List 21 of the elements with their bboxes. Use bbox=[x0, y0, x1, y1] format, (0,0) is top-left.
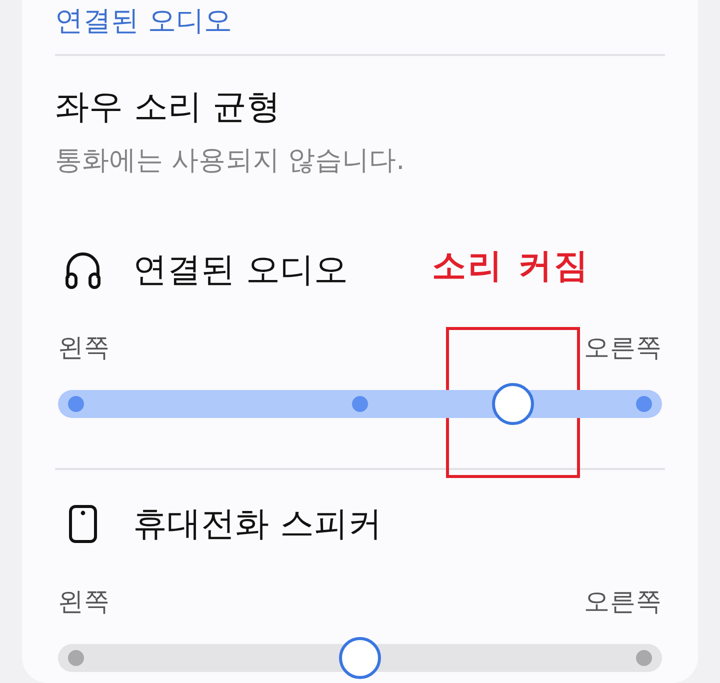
slider-thumb[interactable] bbox=[492, 383, 534, 425]
step-dot-icon bbox=[636, 650, 652, 666]
step-dot-icon bbox=[636, 396, 652, 412]
balance-slider[interactable] bbox=[58, 637, 662, 679]
balance-slider[interactable] bbox=[58, 383, 662, 425]
device-name: 휴대전화 스피커 bbox=[133, 503, 382, 546]
step-dot-icon bbox=[352, 396, 368, 412]
step-dot-icon bbox=[68, 396, 84, 412]
right-label: 오른쪽 bbox=[584, 332, 662, 364]
phone-icon bbox=[69, 505, 97, 543]
headphones-icon bbox=[65, 251, 101, 289]
left-label: 왼쪽 bbox=[58, 332, 110, 364]
annotation-text: 소리 커짐 bbox=[432, 245, 590, 288]
slider-thumb[interactable] bbox=[338, 637, 380, 679]
left-label: 왼쪽 bbox=[58, 586, 110, 618]
section-title: 좌우 소리 균형 bbox=[55, 86, 281, 129]
device-name: 연결된 오디오 bbox=[133, 249, 348, 292]
connected-audio-link[interactable]: 연결된 오디오 bbox=[55, 4, 232, 38]
step-dot-icon bbox=[68, 650, 84, 666]
right-label: 오른쪽 bbox=[584, 586, 662, 618]
section-subtitle: 통화에는 사용되지 않습니다. bbox=[55, 144, 405, 178]
